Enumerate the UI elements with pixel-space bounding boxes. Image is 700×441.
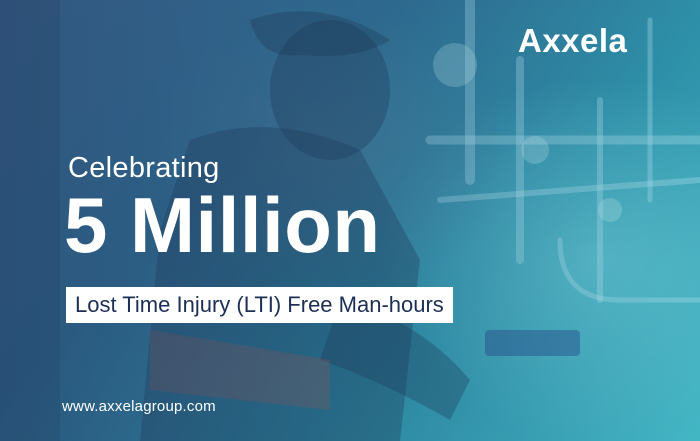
milestone-headline: 5 Million — [64, 181, 381, 269]
website-link[interactable]: www.axxelagroup.com — [62, 398, 216, 415]
milestone-subline: Lost Time Injury (LTI) Free Man-hours — [66, 287, 453, 323]
brand-logo: Axxela — [518, 22, 628, 59]
banner-image: Axxela Celebrating 5 Million Lost Time I… — [0, 0, 700, 441]
